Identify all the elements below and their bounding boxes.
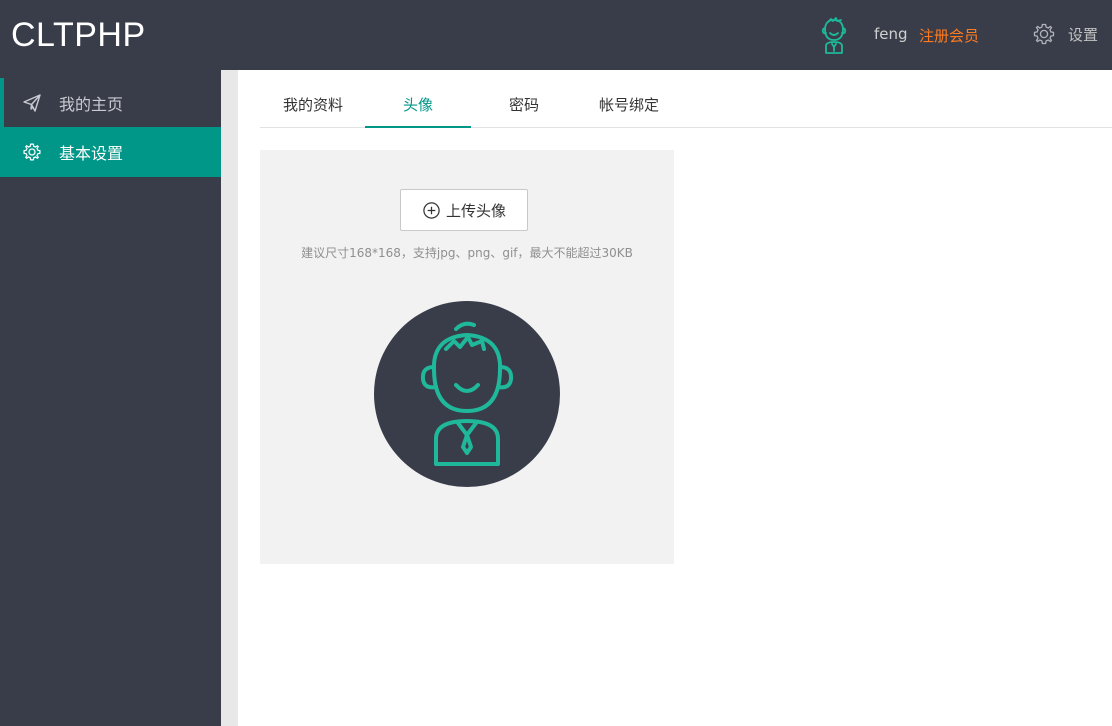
avatar-upload-panel: 上传头像 建议尺寸168*168，支持jpg、png、gif，最大不能超过30K… [260, 150, 674, 564]
tab-avatar[interactable]: 头像 [365, 87, 471, 128]
gear-icon [1033, 23, 1055, 45]
upload-avatar-label: 上传头像 [445, 201, 506, 220]
plus-circle-icon [423, 201, 440, 219]
upload-hint: 建议尺寸168*168，支持jpg、png、gif，最大不能超过30KB [301, 246, 633, 260]
sidebar-item-settings[interactable]: 基本设置 [0, 127, 221, 177]
layout-gutter [221, 70, 238, 726]
tab-password[interactable]: 密码 [471, 87, 577, 128]
boy-avatar-icon [420, 321, 514, 466]
top-header: CLTPHP feng 注册会员 设置 [0, 0, 1112, 70]
register-link[interactable]: 注册会员 [919, 25, 979, 46]
gear-icon [23, 143, 41, 161]
paper-plane-icon [23, 94, 41, 112]
sidebar-item-label: 我的主页 [59, 95, 124, 114]
tab-profile[interactable]: 我的资料 [260, 87, 366, 128]
settings-button[interactable]: 设置 [1032, 21, 1098, 47]
avatar-preview [374, 301, 560, 487]
main-content: 我的资料 头像 密码 帐号绑定 上传头像 建议尺寸168*168，支持jpg、p… [238, 70, 1112, 726]
app-logo[interactable]: CLTPHP [11, 16, 146, 55]
settings-label: 设置 [1068, 25, 1099, 44]
sidebar-item-home[interactable]: 我的主页 [0, 78, 221, 128]
username[interactable]: feng [874, 25, 908, 43]
tab-bar: 我的资料 头像 密码 帐号绑定 [260, 87, 1112, 128]
sidebar-item-label: 基本设置 [59, 144, 124, 163]
user-avatar-icon[interactable] [818, 16, 850, 54]
tab-account-binding[interactable]: 帐号绑定 [576, 87, 682, 128]
sidebar: 我的主页 基本设置 [0, 70, 221, 726]
upload-avatar-button[interactable]: 上传头像 [400, 189, 528, 231]
